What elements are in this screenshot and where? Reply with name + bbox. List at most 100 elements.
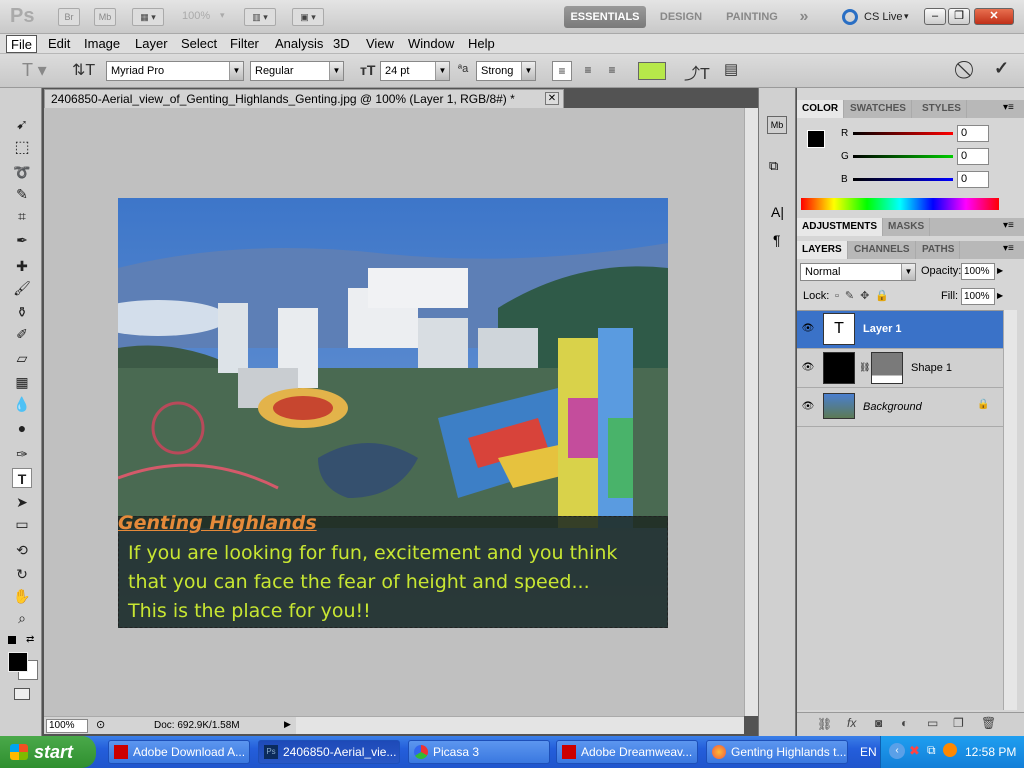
quick-mask-icon[interactable] <box>14 688 30 700</box>
eye-icon[interactable]: 👁 <box>801 401 815 413</box>
zoom-level-dropdown[interactable]: 100% <box>182 10 210 22</box>
3d-rotate-tool-icon[interactable]: ⟲ <box>12 540 32 560</box>
minibridge-panel-icon[interactable]: Mb <box>767 116 787 134</box>
menu-window[interactable]: Window <box>404 35 458 53</box>
green-value-field[interactable]: 0 <box>957 148 989 165</box>
restore-button[interactable]: ❐ <box>948 8 970 25</box>
fill-field[interactable]: 100% <box>961 288 995 305</box>
foreground-color-swatch[interactable] <box>8 652 28 672</box>
tab-paths[interactable]: PATHS <box>917 241 961 259</box>
font-size-dropdown[interactable]: 24 pt ▼ <box>380 61 450 81</box>
tab-channels[interactable]: CHANNELS <box>849 241 916 259</box>
red-value-field[interactable]: 0 <box>957 125 989 142</box>
more-workspaces-button[interactable]: » <box>792 6 816 28</box>
close-document-icon[interactable]: ✕ <box>545 92 559 105</box>
history-brush-tool-icon[interactable]: ✐ <box>12 324 32 344</box>
text-color-swatch[interactable] <box>638 62 666 80</box>
marquee-tool-icon[interactable]: ⬚ <box>12 138 32 158</box>
brush-tool-icon[interactable]: 🖌 <box>12 278 32 298</box>
layer-row-background[interactable]: 👁 Background 🔒 <box>797 389 1003 427</box>
tab-styles[interactable]: STYLES <box>917 100 967 118</box>
swap-colors-icon[interactable]: ⇄ <box>26 634 34 645</box>
blur-tool-icon[interactable]: 💧 <box>12 394 32 414</box>
tab-layers[interactable]: LAYERS <box>797 241 848 259</box>
cs-live-menu[interactable]: CS Live <box>864 11 903 23</box>
font-style-dropdown[interactable]: Regular ▼ <box>250 61 344 81</box>
opacity-arrow-icon[interactable]: ▶ <box>997 266 1003 275</box>
new-layer-icon[interactable]: ❐ <box>953 716 964 730</box>
network-error-icon[interactable]: ✖ <box>909 743 920 759</box>
taskbar-item-firefox[interactable]: Genting Highlands t... <box>706 740 848 764</box>
rectangle-tool-icon[interactable]: ▭ <box>12 514 32 534</box>
tray-app-icon[interactable] <box>943 743 957 757</box>
close-window-button[interactable]: ✕ <box>974 8 1014 25</box>
color-spectrum-bar[interactable] <box>801 198 999 210</box>
panel-menu-icon[interactable]: ▾≡ <box>1003 102 1014 113</box>
menu-filter[interactable]: Filter <box>226 35 263 53</box>
eyedropper-tool-icon[interactable]: ✒ <box>12 230 32 250</box>
commit-edits-icon[interactable]: ✓ <box>994 58 1009 79</box>
fill-arrow-icon[interactable]: ▶ <box>997 291 1003 300</box>
workspace-essentials[interactable]: ESSENTIALS <box>564 6 646 28</box>
font-family-dropdown[interactable]: Myriad Pro ▼ <box>106 61 244 81</box>
lock-icons[interactable]: ▫✎✥🔒 <box>835 289 895 302</box>
quick-selection-tool-icon[interactable]: ✎ <box>12 184 32 204</box>
crop-tool-icon[interactable]: ⌗ <box>12 206 32 226</box>
show-hidden-icons[interactable]: ‹ <box>889 743 905 759</box>
tab-swatches[interactable]: SWATCHES <box>845 100 912 118</box>
clone-stamp-tool-icon[interactable]: ⚱ <box>12 302 32 322</box>
horizontal-scrollbar[interactable] <box>296 716 744 734</box>
pen-tool-icon[interactable]: ✑ <box>12 444 32 464</box>
workspace-painting[interactable]: PAINTING <box>718 6 786 28</box>
panel-menu-icon[interactable]: ▾≡ <box>1003 243 1014 254</box>
align-left-icon[interactable]: ≡ <box>552 61 572 81</box>
launch-minibridge-button[interactable]: Mb <box>94 8 116 26</box>
layer-style-icon[interactable]: fx <box>847 716 856 730</box>
gradient-tool-icon[interactable]: ▦ <box>12 372 32 392</box>
menu-analysis[interactable]: Analysis <box>271 35 327 53</box>
add-mask-icon[interactable]: ◙ <box>875 716 882 730</box>
green-slider[interactable] <box>853 155 953 158</box>
panel-menu-icon[interactable]: ▾≡ <box>1003 220 1014 231</box>
blue-slider[interactable] <box>853 178 953 181</box>
link-layers-icon[interactable]: ⛓ <box>817 717 832 731</box>
launch-bridge-button[interactable]: Br <box>58 8 80 26</box>
blend-mode-dropdown[interactable]: Normal ▼ <box>800 263 916 281</box>
menu-file[interactable]: File <box>6 35 37 53</box>
align-right-icon[interactable]: ≡ <box>602 61 622 81</box>
toggle-text-orientation-icon[interactable]: ⇅T <box>72 60 95 80</box>
warp-text-icon[interactable]: ⤴T <box>684 60 710 84</box>
taskbar-item-adobe-download[interactable]: Adobe Download A... <box>108 740 250 764</box>
menu-select[interactable]: Select <box>177 35 221 53</box>
dodge-tool-icon[interactable]: ● <box>12 418 32 438</box>
default-colors-icon[interactable] <box>8 636 16 644</box>
minimize-button[interactable]: – <box>924 8 946 25</box>
tab-masks[interactable]: MASKS <box>883 218 931 236</box>
opacity-field[interactable]: 100% <box>961 263 995 280</box>
delete-layer-icon[interactable]: 🗑 <box>981 716 996 730</box>
status-menu-arrow-icon[interactable]: ▶ <box>284 719 291 730</box>
path-selection-tool-icon[interactable]: ➤ <box>12 492 32 512</box>
blue-value-field[interactable]: 0 <box>957 171 989 188</box>
view-extras-dropdown[interactable]: ▦ ▾ <box>132 8 164 26</box>
3d-orbit-tool-icon[interactable]: ↻ <box>12 564 32 584</box>
eye-icon[interactable]: 👁 <box>801 323 815 335</box>
menu-image[interactable]: Image <box>80 35 124 53</box>
lasso-tool-icon[interactable]: ➰ <box>12 162 32 182</box>
history-panel-icon[interactable]: ⧉ <box>769 158 778 174</box>
color-foreground-swatch[interactable] <box>807 130 825 148</box>
start-button[interactable]: start <box>0 736 96 768</box>
hand-tool-icon[interactable]: ✋ <box>12 586 32 606</box>
new-group-icon[interactable]: ▭ <box>927 716 938 730</box>
document-tab[interactable]: 2406850-Aerial_view_of_Genting_Highlands… <box>44 89 564 108</box>
workspace-design[interactable]: DESIGN <box>652 6 710 28</box>
menu-view[interactable]: View <box>362 35 398 53</box>
character-panel-icon[interactable]: A| <box>771 204 784 220</box>
menu-help[interactable]: Help <box>464 35 499 53</box>
tab-color[interactable]: COLOR <box>797 100 845 118</box>
taskbar-item-dreamweaver[interactable]: Adobe Dreamweav... <box>556 740 698 764</box>
status-zoom-field[interactable]: 100% <box>46 719 88 733</box>
network-icon[interactable]: ⧉ <box>927 743 936 758</box>
type-tool-icon[interactable]: T <box>12 468 32 488</box>
taskbar-item-photoshop[interactable]: Ps 2406850-Aerial_vie... <box>258 740 400 764</box>
